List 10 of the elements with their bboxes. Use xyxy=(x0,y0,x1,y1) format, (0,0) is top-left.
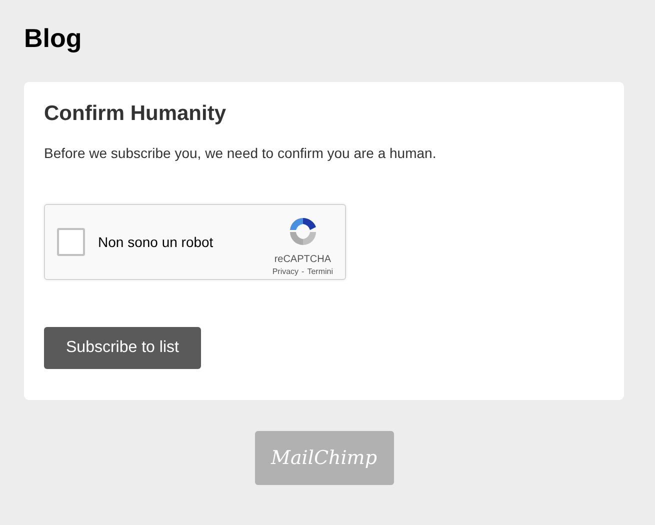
message-text: Before we subscribe you, we need to confirm you are a human. xyxy=(44,144,436,162)
captcha-checkbox[interactable] xyxy=(57,228,85,256)
card-title: Confirm Humanity xyxy=(44,101,226,127)
page-title: Blog xyxy=(24,22,82,55)
captcha-label: Non sono un robot xyxy=(98,234,214,250)
subscribe-button[interactable]: Subscribe to list xyxy=(44,327,201,369)
privacy-link[interactable]: Privacy xyxy=(272,267,299,276)
recaptcha-brand: reCAPTCHA xyxy=(274,254,331,265)
link-separator: - xyxy=(302,267,304,276)
terms-link[interactable]: Termini xyxy=(307,267,333,276)
